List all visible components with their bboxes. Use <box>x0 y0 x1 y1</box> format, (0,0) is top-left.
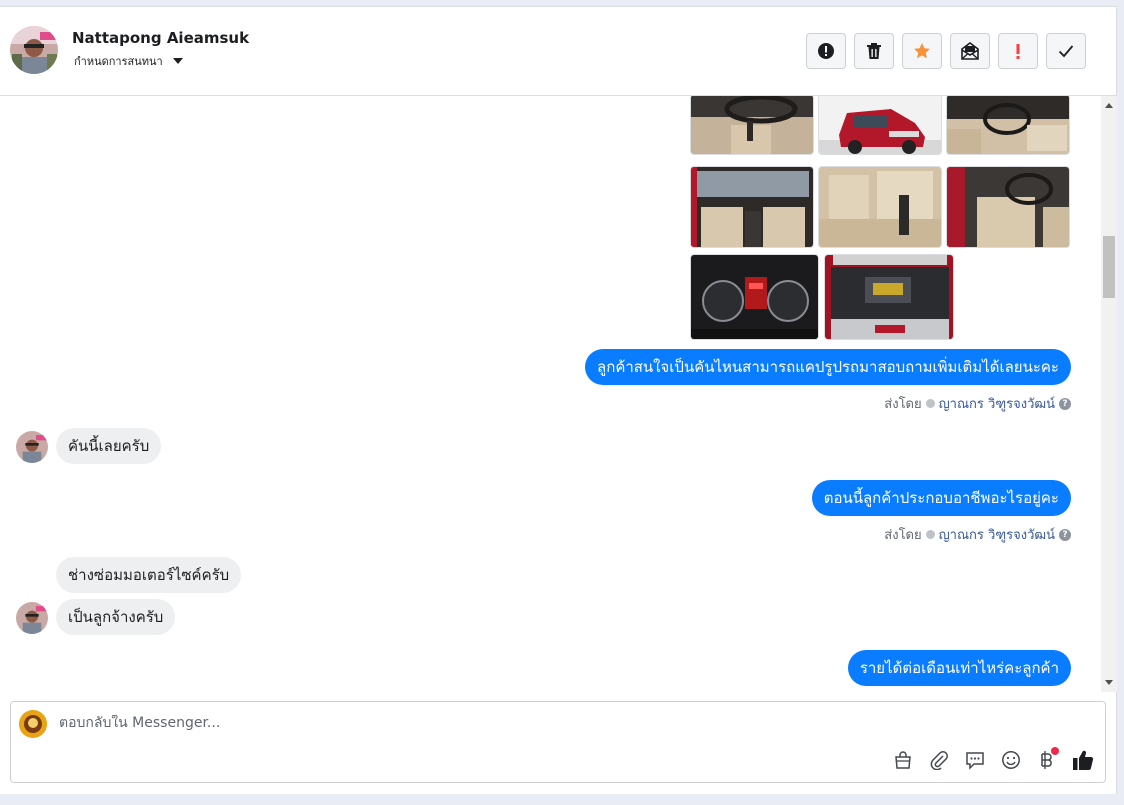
contact-avatar-small[interactable] <box>16 602 48 634</box>
envelope-open-icon <box>961 42 979 60</box>
car-photo-red-pickup[interactable] <box>818 96 942 155</box>
verified-icon <box>925 399 935 408</box>
mark-unread-button[interactable] <box>950 33 990 69</box>
car-photo-engine[interactable] <box>824 254 954 340</box>
trash-icon <box>867 43 881 59</box>
incoming-message[interactable]: ช่างซ่อมมอเตอร์ไซค์ครับ <box>56 557 242 593</box>
conversation-header: Nattapong Aieamsuk กำหนดการสนทนา <box>0 7 1116 96</box>
incoming-message[interactable]: คันนี้เลยครับ <box>56 428 162 464</box>
conversation-label-text: กำหนดการสนทนา <box>74 55 163 68</box>
composer-toolbar <box>891 747 1095 772</box>
spam-button[interactable] <box>806 33 846 69</box>
shop-bag-icon[interactable] <box>891 748 915 772</box>
mark-important-button[interactable] <box>998 33 1038 69</box>
outgoing-message[interactable]: ตอนนี้ลูกค้าประกอบอาชีพอะไรอยู่คะ <box>811 480 1071 516</box>
delete-button[interactable] <box>854 33 894 69</box>
conversation-panel: Nattapong Aieamsuk กำหนดการสนทนา ลูกค้าส… <box>0 6 1117 794</box>
message-list[interactable]: ลูกค้าสนใจเป็นคันไหนสามารถแคปรูปรถมาสอบถ… <box>0 96 1101 692</box>
agent-name-link[interactable]: ญาณกร วิฑูรจงวัฒน์ <box>939 524 1055 545</box>
sent-by-info: ส่งโดย ญาณกร วิฑูรจงวัฒน์ ? <box>884 393 1071 414</box>
sent-by-info: ส่งโดย ญาณกร วิฑูรจงวัฒน์ ? <box>884 524 1071 545</box>
scrollbar-thumb[interactable] <box>1103 236 1115 298</box>
reply-composer <box>10 701 1106 783</box>
page-avatar <box>19 710 47 738</box>
sent-by-label: ส่งโดย <box>884 397 922 412</box>
scroll-down-arrow-icon[interactable] <box>1105 680 1113 685</box>
exclamation-icon <box>1016 44 1020 59</box>
sent-by-label: ส่งโดย <box>884 528 922 543</box>
conversation-label-dropdown[interactable]: กำหนดการสนทนา <box>74 52 183 70</box>
message-scrollbar[interactable] <box>1101 96 1117 692</box>
contact-name[interactable]: Nattapong Aieamsuk <box>72 29 249 47</box>
outgoing-message[interactable]: ลูกค้าสนใจเป็นคันไหนสามารถแคปรูปรถมาสอบถ… <box>585 349 1071 385</box>
incoming-message[interactable]: เป็นลูกจ้างครับ <box>56 599 176 635</box>
outgoing-message[interactable]: รายได้ต่อเดือนเท่าไหร่คะลูกค้า <box>847 650 1071 686</box>
car-photo-front-seats[interactable] <box>690 166 814 248</box>
emoji-icon[interactable] <box>999 748 1023 772</box>
verified-icon <box>925 530 935 539</box>
car-photo-driver-seat[interactable] <box>946 166 1070 248</box>
car-photo-interior-gear[interactable] <box>690 96 814 155</box>
car-photo-gauges[interactable] <box>690 254 819 340</box>
saved-reply-icon[interactable] <box>963 748 987 772</box>
paperclip-icon[interactable] <box>927 748 951 772</box>
reply-input[interactable] <box>59 715 859 731</box>
mark-done-button[interactable] <box>1046 33 1086 69</box>
car-photo-dashboard[interactable] <box>946 96 1070 155</box>
star-icon <box>914 43 930 59</box>
car-photo-rear-seats[interactable] <box>818 166 942 248</box>
checkmark-icon <box>1058 45 1074 58</box>
star-button[interactable] <box>902 33 942 69</box>
header-action-buttons <box>806 33 1086 69</box>
agent-name-link[interactable]: ญาณกร วิฑูรจงวัฒน์ <box>939 393 1055 414</box>
caret-down-icon <box>172 58 183 64</box>
scroll-up-arrow-icon[interactable] <box>1105 103 1113 108</box>
alert-circle-icon <box>818 43 834 59</box>
contact-avatar[interactable] <box>10 26 58 74</box>
thumbs-up-icon[interactable] <box>1071 748 1095 772</box>
help-icon[interactable]: ? <box>1059 397 1071 410</box>
contact-avatar-small[interactable] <box>16 431 48 463</box>
baht-icon[interactable] <box>1035 747 1059 772</box>
help-icon[interactable]: ? <box>1059 528 1071 541</box>
notification-dot <box>1051 747 1059 755</box>
